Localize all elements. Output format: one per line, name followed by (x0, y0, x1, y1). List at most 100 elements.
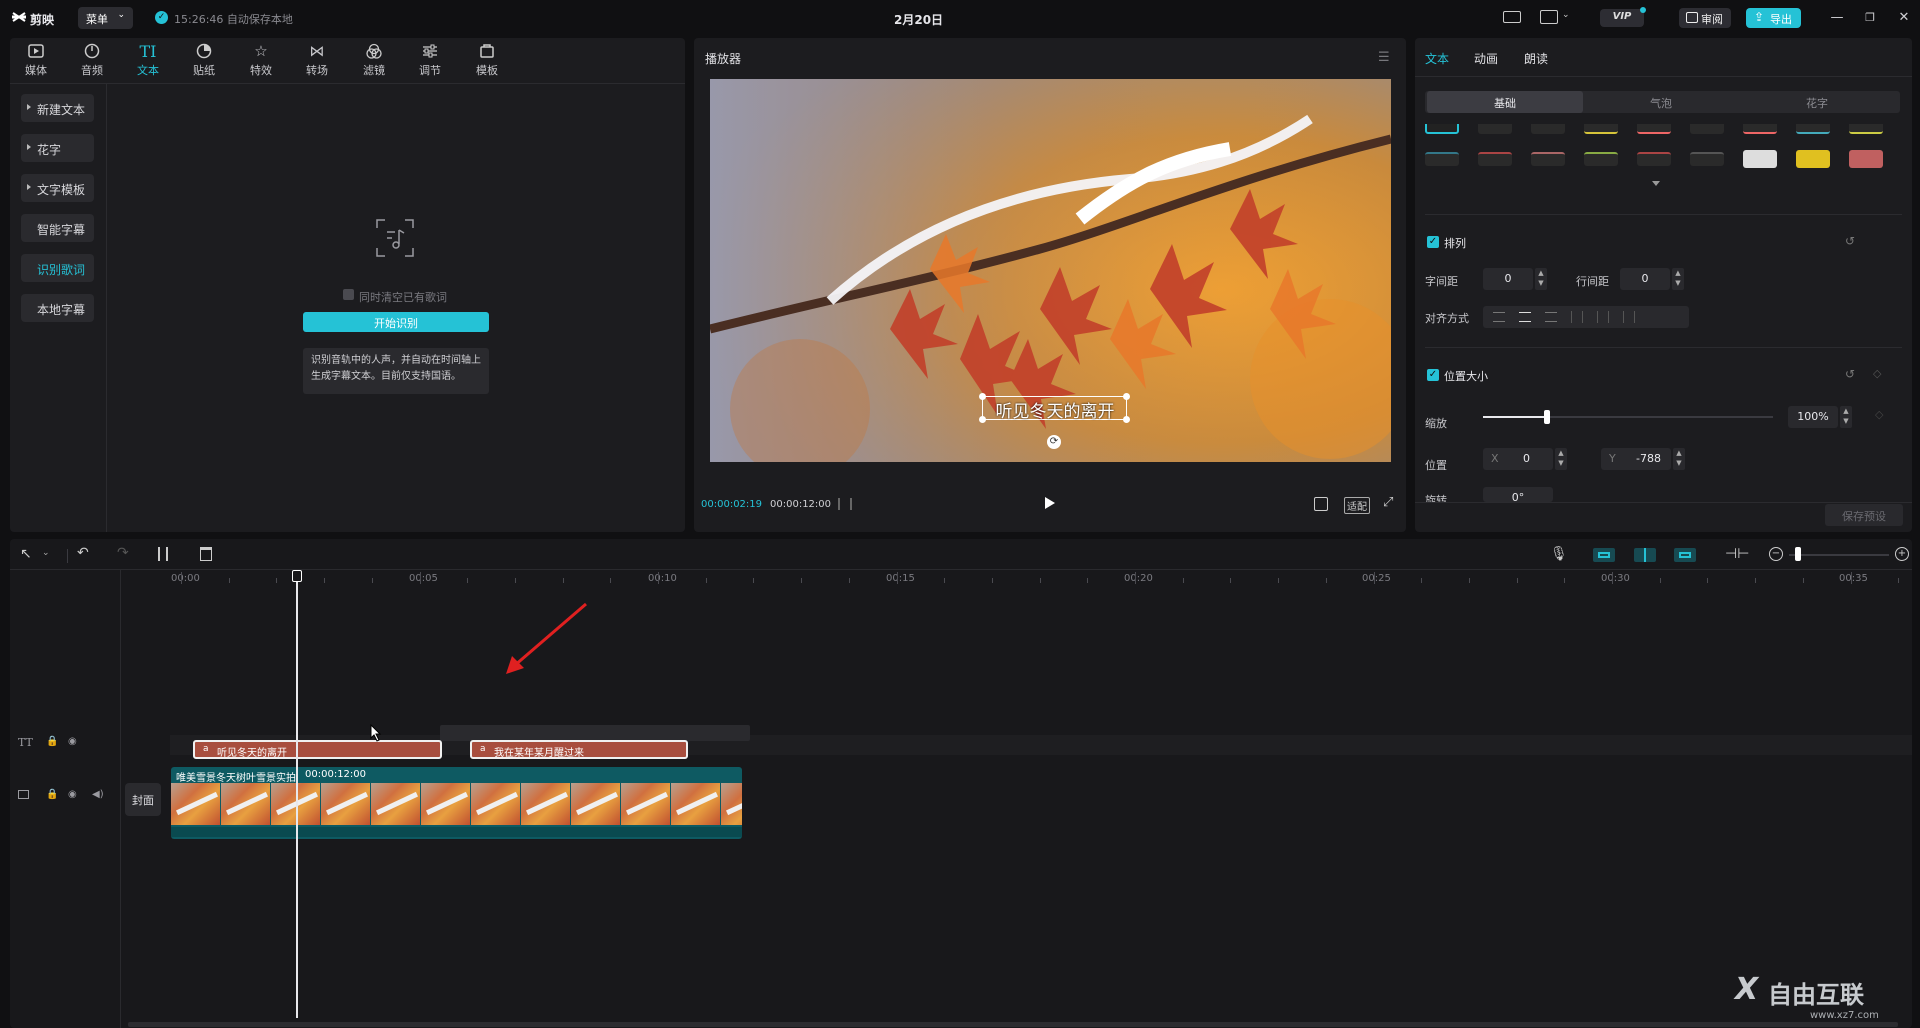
minimize-icon[interactable]: — (1829, 10, 1845, 26)
align-center-icon[interactable] (1519, 312, 1531, 322)
style-preset[interactable] (1743, 150, 1777, 168)
fit-ratio-button[interactable]: 适配 (1344, 497, 1370, 514)
tool-template[interactable]: 模板 (465, 40, 509, 80)
crop-icon[interactable] (1314, 497, 1328, 511)
segment-fancy[interactable]: 花字 (1739, 91, 1895, 113)
fullscreen-icon[interactable]: ⤢ (1383, 495, 1393, 510)
style-preset[interactable] (1637, 124, 1671, 134)
timeline-scrollbar[interactable] (128, 1022, 1898, 1027)
video-clip[interactable]: 唯美雪景冬天树叶雪景实拍 00:00:12:00 (171, 767, 742, 839)
ruler-tick: 00:25 (1362, 573, 1391, 584)
lock-icon[interactable]: 🔒 (46, 736, 58, 747)
align-bottom-icon[interactable] (1623, 311, 1635, 323)
keyboard-icon[interactable] (1503, 11, 1521, 23)
style-preset[interactable] (1637, 152, 1671, 166)
nav-text-template[interactable]: 文字模板 (21, 174, 94, 202)
style-preset[interactable] (1425, 152, 1459, 166)
tool-transition[interactable]: ⋈ 转场 (295, 40, 339, 80)
tool-filter[interactable]: 滤镜 (352, 40, 396, 80)
tool-effects[interactable]: ☆ 特效 (239, 40, 283, 80)
tool-text[interactable]: TI 文本 (126, 40, 170, 80)
nav-smart-caption[interactable]: 智能字幕 (21, 214, 94, 242)
nav-fancy-text[interactable]: 花字 (21, 134, 94, 162)
style-preset[interactable] (1425, 124, 1459, 134)
style-preset[interactable] (1849, 124, 1883, 134)
x-stepper[interactable]: ▲ ▼ (1555, 448, 1567, 470)
eye-icon[interactable]: ◉ (68, 736, 77, 747)
clear-lyrics-checkbox[interactable] (343, 289, 354, 300)
style-preset[interactable] (1531, 124, 1565, 134)
style-preset[interactable] (1690, 124, 1724, 134)
timecode-icon[interactable] (838, 498, 852, 510)
close-icon[interactable]: ✕ (1896, 10, 1912, 26)
text-clip[interactable]: a 听见冬天的离开 (193, 740, 442, 759)
line-spacing-stepper[interactable]: ▲ ▼ (1672, 268, 1684, 290)
style-preset[interactable] (1796, 124, 1830, 134)
align-right-icon[interactable] (1545, 312, 1557, 322)
tool-audio[interactable]: 音频 (70, 40, 114, 80)
char-spacing-input[interactable]: 0 (1483, 268, 1533, 290)
align-top-icon[interactable] (1571, 311, 1583, 323)
reset-position-icon[interactable]: ↺ (1845, 367, 1855, 381)
nav-lyrics-recognition[interactable]: 识别歌词 (21, 254, 94, 282)
ruler-minor-tick (896, 572, 898, 584)
tab-read-aloud[interactable]: 朗读 (1524, 50, 1548, 67)
style-preset[interactable] (1584, 152, 1618, 166)
style-preset[interactable] (1796, 150, 1830, 168)
x-input[interactable]: X0 (1483, 448, 1553, 470)
lock-icon[interactable]: 🔒 (46, 789, 58, 800)
tool-sticker[interactable]: 贴纸 (182, 40, 226, 80)
keyframe-icon[interactable]: ◇ (1875, 408, 1883, 421)
menu-button[interactable]: 菜单 ⌄ (78, 7, 133, 29)
rotate-handle-icon[interactable]: ⟳ (1047, 435, 1061, 449)
layout-icon[interactable] (1540, 10, 1558, 24)
start-recognition-button[interactable]: 开始识别 (303, 312, 489, 332)
keyframe-icon[interactable]: ◇ (1873, 367, 1881, 380)
arrange-checkbox[interactable]: ✓ (1427, 236, 1439, 248)
nav-new-text[interactable]: 新建文本 (21, 94, 94, 122)
style-preset[interactable] (1478, 152, 1512, 166)
restore-icon[interactable]: ❐ (1862, 10, 1878, 26)
tab-animation[interactable]: 动画 (1474, 50, 1498, 67)
align-middle-icon[interactable] (1597, 311, 1609, 323)
char-spacing-stepper[interactable]: ▲ ▼ (1535, 268, 1547, 290)
y-stepper[interactable]: ▲ ▼ (1673, 448, 1685, 470)
segment-bubble[interactable]: 气泡 (1583, 91, 1739, 113)
export-button[interactable]: ⇪ 导出 (1746, 8, 1801, 28)
style-preset[interactable] (1743, 124, 1777, 134)
line-spacing-input[interactable]: 0 (1620, 268, 1670, 290)
scale-slider[interactable] (1483, 410, 1773, 424)
nav-local-caption[interactable]: 本地字幕 (21, 294, 94, 322)
style-preset[interactable] (1478, 124, 1512, 134)
play-icon[interactable] (1045, 497, 1055, 509)
y-input[interactable]: Y -788 (1601, 448, 1671, 470)
segment-basic[interactable]: 基础 (1427, 91, 1583, 113)
style-preset[interactable] (1849, 150, 1883, 168)
expand-presets-icon[interactable] (1652, 181, 1660, 186)
playhead-line[interactable] (296, 582, 298, 1018)
reset-arrange-icon[interactable]: ↺ (1845, 234, 1855, 248)
scale-slider-thumb[interactable] (1543, 410, 1550, 424)
style-preset[interactable] (1690, 152, 1724, 166)
vip-badge[interactable]: VIP (1600, 9, 1644, 27)
style-preset[interactable] (1584, 124, 1618, 134)
review-button[interactable]: 审阅 (1679, 8, 1731, 28)
text-clip[interactable]: a 我在某年某月醒过来 (470, 740, 688, 759)
tool-adjust[interactable]: 调节 (408, 40, 452, 80)
tab-text[interactable]: 文本 (1425, 50, 1449, 67)
ruler-minor-tick (1135, 572, 1136, 584)
tool-media[interactable]: 媒体 (14, 40, 58, 80)
eye-icon[interactable]: ◉ (68, 789, 77, 800)
layout-dropdown-icon[interactable]: ⌄ (1562, 10, 1570, 20)
style-preset[interactable] (1531, 152, 1565, 166)
playhead-handle[interactable] (292, 570, 302, 582)
position-checkbox[interactable]: ✓ (1427, 369, 1439, 381)
rotate-input[interactable]: 0° (1483, 487, 1553, 502)
cover-button[interactable]: 封面 (125, 783, 161, 816)
speaker-icon[interactable]: ◀) (92, 789, 104, 800)
align-left-icon[interactable] (1493, 312, 1505, 322)
scale-stepper[interactable]: ▲ ▼ (1840, 406, 1852, 428)
menu-icon[interactable]: ☰ (1378, 50, 1390, 65)
save-preset-button[interactable]: 保存预设 (1825, 504, 1903, 526)
scale-input[interactable]: 100% (1788, 406, 1838, 428)
